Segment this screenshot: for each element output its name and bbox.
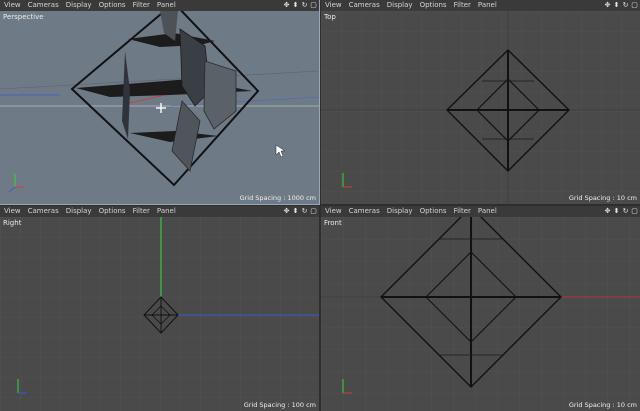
menu-view[interactable]: View bbox=[4, 206, 21, 217]
menu-cameras[interactable]: Cameras bbox=[349, 0, 380, 11]
zoom-view-icon[interactable]: ⬍ bbox=[613, 1, 620, 10]
rotate-view-icon[interactable]: ↻ bbox=[622, 1, 629, 10]
menu-view[interactable]: View bbox=[325, 0, 342, 11]
front-canvas[interactable] bbox=[321, 217, 640, 411]
menu-panel[interactable]: Panel bbox=[478, 206, 497, 217]
menu-options[interactable]: Options bbox=[420, 0, 447, 11]
menubar-top: View Cameras Display Options Filter Pane… bbox=[321, 0, 640, 11]
navicons-perspective: ✥ ⬍ ↻ ▢ bbox=[283, 0, 317, 11]
maximize-view-icon[interactable]: ▢ bbox=[310, 207, 317, 216]
viewport-label: Perspective bbox=[3, 13, 44, 21]
menubar-front: View Cameras Display Options Filter Pane… bbox=[321, 206, 640, 217]
navicons-top: ✥ ⬍ ↻ ▢ bbox=[604, 0, 638, 11]
menu-panel[interactable]: Panel bbox=[478, 0, 497, 11]
right-canvas[interactable] bbox=[0, 217, 319, 411]
grid-spacing: Grid Spacing : 1000 cm bbox=[239, 194, 316, 202]
grid-spacing: Grid Spacing : 10 cm bbox=[568, 194, 637, 202]
move-view-icon[interactable]: ✥ bbox=[283, 207, 290, 216]
maximize-view-icon[interactable]: ▢ bbox=[310, 1, 317, 10]
perspective-canvas[interactable] bbox=[0, 11, 319, 204]
maximize-view-icon[interactable]: ▢ bbox=[631, 1, 638, 10]
maximize-view-icon[interactable]: ▢ bbox=[631, 207, 638, 216]
navicons-right: ✥ ⬍ ↻ ▢ bbox=[283, 206, 317, 217]
navicons-front: ✥ ⬍ ↻ ▢ bbox=[604, 206, 638, 217]
viewport-top[interactable]: View Cameras Display Options Filter Pane… bbox=[321, 0, 640, 204]
zoom-view-icon[interactable]: ⬍ bbox=[292, 1, 299, 10]
menu-display[interactable]: Display bbox=[66, 0, 92, 11]
move-view-icon[interactable]: ✥ bbox=[604, 207, 611, 216]
menu-filter[interactable]: Filter bbox=[133, 206, 150, 217]
menu-cameras[interactable]: Cameras bbox=[349, 206, 380, 217]
rotate-view-icon[interactable]: ↻ bbox=[301, 207, 308, 216]
menu-panel[interactable]: Panel bbox=[157, 0, 176, 11]
menu-view[interactable]: View bbox=[325, 206, 342, 217]
viewport-label: Front bbox=[324, 219, 342, 227]
menu-cameras[interactable]: Cameras bbox=[28, 0, 59, 11]
menu-view[interactable]: View bbox=[4, 0, 21, 11]
viewport-label: Right bbox=[3, 219, 22, 227]
menu-display[interactable]: Display bbox=[387, 0, 413, 11]
menu-options[interactable]: Options bbox=[99, 206, 126, 217]
menu-display[interactable]: Display bbox=[66, 206, 92, 217]
menu-filter[interactable]: Filter bbox=[454, 206, 471, 217]
menubar-right: View Cameras Display Options Filter Pane… bbox=[0, 206, 319, 217]
viewport-label: Top bbox=[324, 13, 336, 21]
viewport-right[interactable]: View Cameras Display Options Filter Pane… bbox=[0, 206, 319, 411]
menu-options[interactable]: Options bbox=[99, 0, 126, 11]
menu-display[interactable]: Display bbox=[387, 206, 413, 217]
grid-spacing: Grid Spacing : 10 cm bbox=[568, 401, 637, 409]
rotate-view-icon[interactable]: ↻ bbox=[622, 207, 629, 216]
viewport-perspective[interactable]: View Cameras Display Options Filter Pane… bbox=[0, 0, 320, 205]
zoom-view-icon[interactable]: ⬍ bbox=[613, 207, 620, 216]
menu-panel[interactable]: Panel bbox=[157, 206, 176, 217]
zoom-view-icon[interactable]: ⬍ bbox=[292, 207, 299, 216]
top-canvas[interactable] bbox=[321, 11, 640, 204]
menu-cameras[interactable]: Cameras bbox=[28, 206, 59, 217]
move-view-icon[interactable]: ✥ bbox=[604, 1, 611, 10]
viewport-front[interactable]: View Cameras Display Options Filter Pane… bbox=[321, 206, 640, 411]
rotate-view-icon[interactable]: ↻ bbox=[301, 1, 308, 10]
menu-filter[interactable]: Filter bbox=[454, 0, 471, 11]
grid-spacing: Grid Spacing : 100 cm bbox=[243, 401, 316, 409]
move-view-icon[interactable]: ✥ bbox=[283, 1, 290, 10]
menu-filter[interactable]: Filter bbox=[133, 0, 150, 11]
menubar-perspective: View Cameras Display Options Filter Pane… bbox=[0, 0, 319, 11]
menu-options[interactable]: Options bbox=[420, 206, 447, 217]
